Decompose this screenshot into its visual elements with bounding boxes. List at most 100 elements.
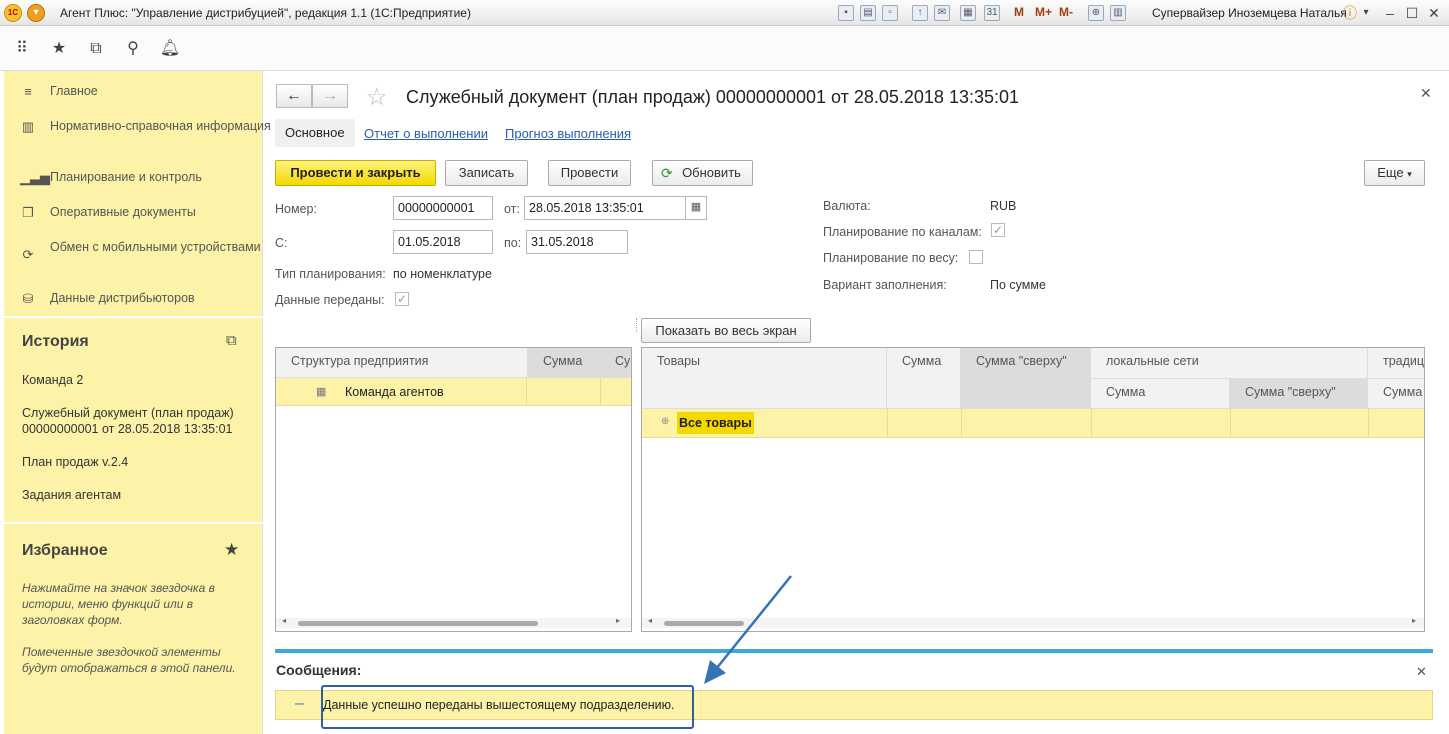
table-row[interactable]: ⊕ Все товары: [642, 409, 1424, 438]
weight-planning-checkbox[interactable]: [969, 250, 983, 264]
plan-type-label: Тип планирования:: [275, 267, 386, 281]
group-icon: ▦: [316, 386, 327, 398]
apps-grid-icon[interactable]: ⠿: [10, 37, 34, 61]
memory-minus-button[interactable]: M-: [1059, 5, 1073, 19]
more-label: Еще: [1377, 165, 1404, 180]
scroll-right-icon[interactable]: ▸: [1412, 616, 1416, 625]
table-row[interactable]: ▦ Команда агентов: [276, 378, 631, 406]
save-button[interactable]: Записать: [445, 160, 528, 186]
history-icon[interactable]: ⧉: [226, 332, 237, 349]
column-header[interactable]: Товары: [642, 348, 887, 409]
scroll-left-icon[interactable]: ◂: [282, 616, 286, 625]
scroll-left-icon[interactable]: ◂: [648, 616, 652, 625]
column-header[interactable]: Структура предприятия: [276, 348, 528, 378]
sidebar-item-label: Нормативно-справочная информация: [50, 119, 271, 133]
tab-report[interactable]: Отчет о выполнении: [364, 126, 488, 141]
zoom-icon[interactable]: ⊕: [1088, 5, 1104, 21]
post-button[interactable]: Провести: [548, 160, 631, 186]
calculator-icon[interactable]: ▦: [960, 5, 976, 21]
more-button[interactable]: Еще ▾: [1364, 160, 1425, 186]
annotation-arrow: [704, 575, 792, 684]
star-icon[interactable]: ★: [47, 37, 71, 61]
expand-icon[interactable]: ⊕: [661, 416, 669, 427]
back-button[interactable]: ←: [276, 84, 312, 108]
star-outline-icon[interactable]: ☆: [366, 83, 388, 112]
column-header[interactable]: Сумма "сверху": [961, 348, 1091, 409]
messages-title: Сообщения:: [276, 662, 362, 678]
fill-variant-value: По сумме: [990, 278, 1046, 292]
history-item[interactable]: План продаж v.2.4: [22, 454, 257, 470]
history-icon[interactable]: ⧉: [84, 37, 108, 61]
scrollbar-thumb[interactable]: [298, 621, 538, 626]
column-header[interactable]: Сумма "сверху": [1230, 379, 1368, 409]
column-group-header[interactable]: традиц: [1368, 348, 1424, 379]
channel-planning-label: Планирование по каналам:: [823, 225, 982, 239]
currency-value: RUB: [990, 199, 1017, 213]
sidebar-item-label: Оперативные документы: [50, 205, 196, 219]
memory-m-button[interactable]: M: [1014, 5, 1024, 19]
save-icon[interactable]: ▪: [838, 5, 854, 21]
structure-table[interactable]: Структура предприятия Сумма Су ▦ Команда…: [275, 347, 632, 632]
star-icon[interactable]: ★: [224, 540, 239, 560]
memory-plus-button[interactable]: M+: [1035, 5, 1052, 19]
history-item[interactable]: Служебный документ (план продаж) 0000000…: [22, 405, 257, 437]
post-and-close-button[interactable]: Провести и закрыть: [275, 160, 436, 186]
column-header[interactable]: Сумма: [528, 348, 600, 378]
search-icon[interactable]: ⚲: [121, 37, 145, 61]
fullscreen-button[interactable]: Показать во весь экран: [641, 318, 811, 343]
history-item[interactable]: Задания агентам: [22, 487, 257, 503]
row-label: Все товары: [677, 412, 754, 434]
refresh-button[interactable]: ⟳ Обновить: [652, 160, 753, 186]
tab-forecast[interactable]: Прогноз выполнения: [505, 126, 631, 141]
maximize-button[interactable]: ☐: [1402, 3, 1422, 23]
collapse-icon[interactable]: –: [295, 695, 304, 713]
calendar-icon[interactable]: 31: [984, 5, 1000, 21]
forward-button[interactable]: →: [312, 84, 348, 108]
bell-icon[interactable]: 🔔︎: [158, 37, 182, 61]
horizontal-scrollbar[interactable]: ◂ ▸: [276, 616, 631, 628]
upload-icon[interactable]: ↑: [912, 5, 928, 21]
splitter[interactable]: [636, 318, 637, 332]
close-icon[interactable]: ✕: [1420, 85, 1432, 102]
close-messages-icon[interactable]: ✕: [1416, 664, 1427, 680]
documents-icon: ❐: [22, 205, 34, 220]
plan-type-value: по номенклатуре: [393, 267, 492, 281]
row-label: Команда агентов: [345, 385, 444, 399]
print-icon[interactable]: ▤: [860, 5, 876, 21]
chart-icon: ▁▃▅: [20, 170, 50, 185]
panels-icon[interactable]: ▥: [1110, 5, 1126, 21]
highlight-frame: [321, 685, 694, 729]
from-label: С:: [275, 236, 288, 250]
calendar-icon[interactable]: ▦: [685, 196, 707, 220]
main-menu-button[interactable]: ▾: [27, 4, 45, 22]
sidebar-item-label: Данные дистрибьюторов: [50, 291, 195, 305]
channel-planning-checkbox: ✓: [991, 223, 1005, 237]
data-sent-label: Данные переданы:: [275, 293, 385, 307]
scroll-right-icon[interactable]: ▸: [616, 616, 620, 625]
date-field[interactable]: 28.05.2018 13:35:01: [524, 196, 686, 220]
column-header[interactable]: Су: [600, 348, 631, 378]
close-window-button[interactable]: ✕: [1424, 3, 1444, 23]
messages-divider: [275, 649, 1433, 653]
column-group-header[interactable]: локальные сети: [1091, 348, 1368, 379]
tab-main[interactable]: Основное: [275, 119, 355, 147]
navigation-toolbar: ⠿ ★ ⧉ ⚲ 🔔︎: [0, 27, 1449, 71]
reference-icon: ▥: [21, 119, 35, 134]
chevron-down-icon: ▾: [1407, 169, 1412, 179]
sidebar-item-label: Обмен с мобильными устройствами: [50, 240, 261, 254]
user-name[interactable]: Супервайзер Иноземцева Наталья: [1152, 6, 1347, 20]
column-header[interactable]: Сумма: [1368, 379, 1424, 409]
chevron-down-icon[interactable]: ▾: [1356, 3, 1376, 23]
history-title: История: [22, 333, 89, 350]
period-from-field[interactable]: 01.05.2018: [393, 230, 493, 254]
preview-icon[interactable]: ▫: [882, 5, 898, 21]
date-label: от:: [504, 202, 520, 216]
currency-label: Валюта:: [823, 199, 871, 213]
attach-icon[interactable]: ✉: [934, 5, 950, 21]
history-item[interactable]: Команда 2: [22, 372, 257, 388]
minimize-button[interactable]: –: [1380, 3, 1400, 23]
column-header[interactable]: Сумма: [887, 348, 961, 409]
number-field[interactable]: 00000000001: [393, 196, 493, 220]
column-header[interactable]: Сумма: [1091, 379, 1230, 409]
period-to-field[interactable]: 31.05.2018: [526, 230, 628, 254]
